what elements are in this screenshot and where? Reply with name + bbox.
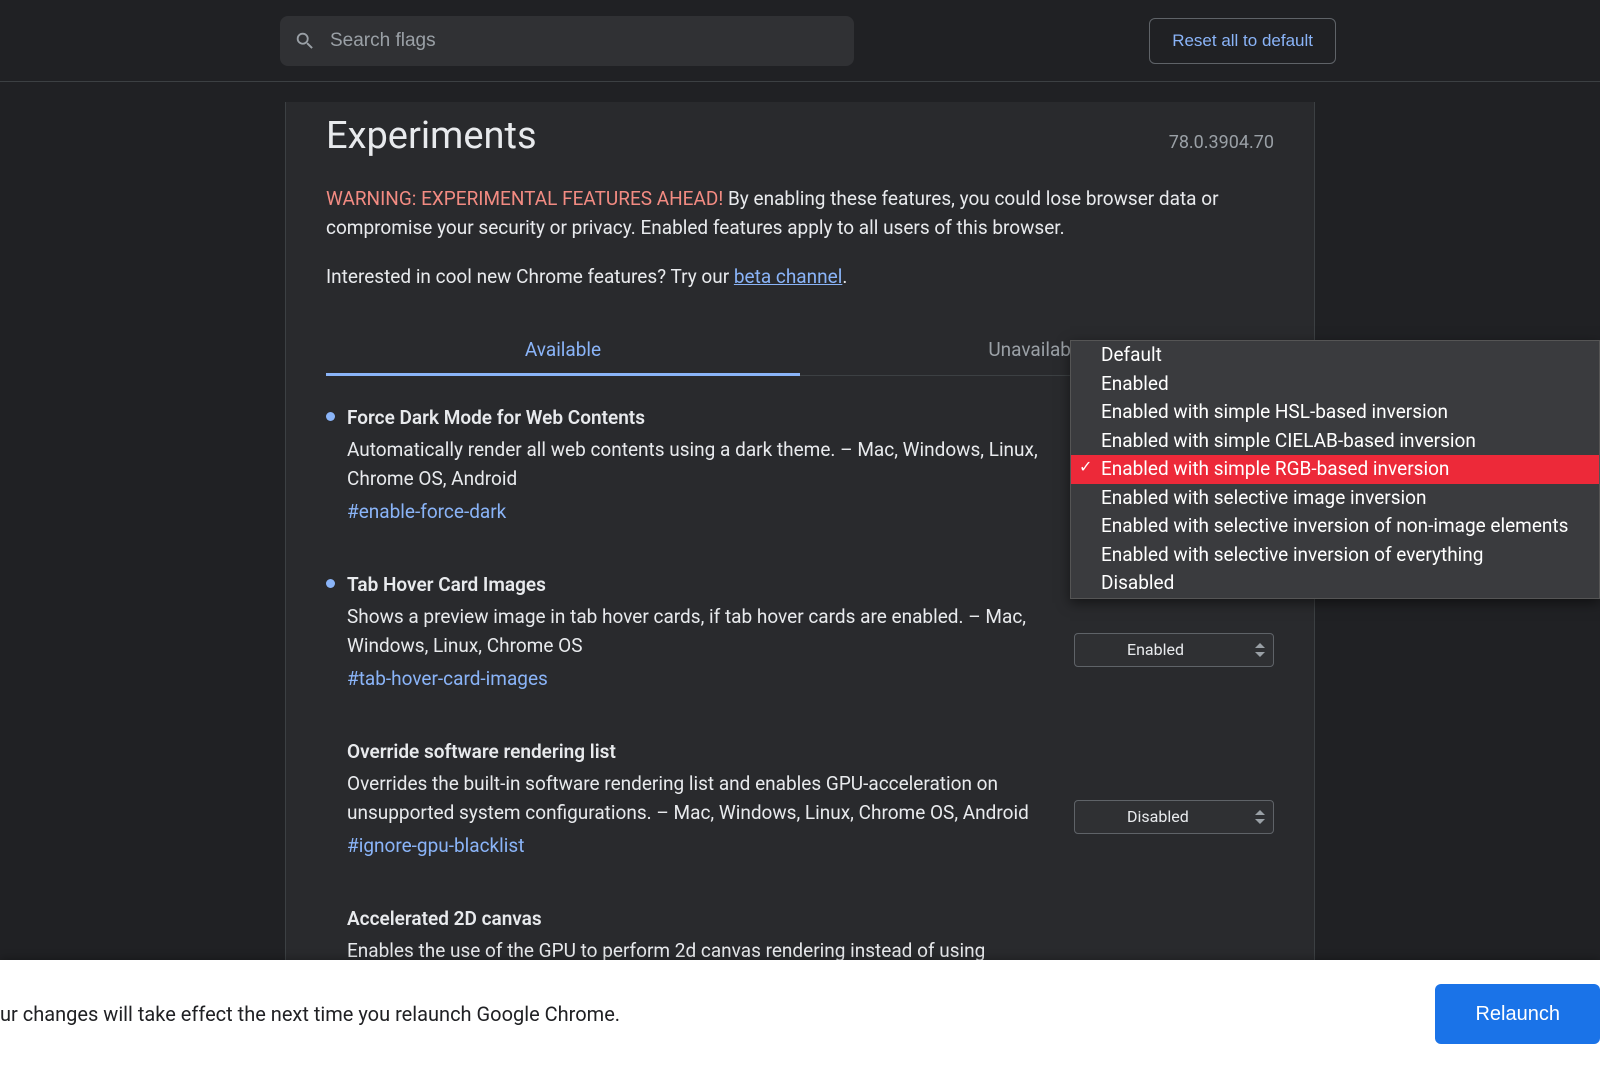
search-icon: [294, 30, 316, 52]
relaunch-bar: ur changes will take effect the next tim…: [0, 960, 1600, 1068]
flag-description: Overrides the built-in software renderin…: [347, 769, 1044, 828]
page-root: Reset all to default Experiments 78.0.39…: [0, 0, 1600, 1068]
dropdown-option[interactable]: Enabled with simple RGB-based inversion: [1071, 455, 1599, 484]
dropdown-option[interactable]: Enabled with simple CIELAB-based inversi…: [1071, 427, 1599, 456]
beta-line: Interested in cool new Chrome features? …: [326, 265, 1274, 288]
flag-description: Automatically render all web contents us…: [347, 435, 1044, 494]
flag-select-dropdown[interactable]: DefaultEnabledEnabled with simple HSL-ba…: [1070, 340, 1600, 599]
page-title: Experiments: [326, 114, 537, 158]
relaunch-message: ur changes will take effect the next tim…: [0, 1002, 1435, 1026]
beta-line-suffix: .: [842, 265, 847, 288]
flag-title: Force Dark Mode for Web Contents: [347, 406, 1044, 429]
flag-text: Override software rendering list Overrid…: [347, 740, 1074, 857]
reset-all-button[interactable]: Reset all to default: [1149, 18, 1336, 64]
modified-dot-icon: [326, 579, 335, 588]
warning-block: WARNING: EXPERIMENTAL FEATURES AHEAD! By…: [326, 184, 1274, 243]
modified-dot-icon: [326, 412, 335, 421]
flag-select[interactable]: Enabled: [1074, 633, 1274, 667]
flag-title: Accelerated 2D canvas: [347, 907, 1044, 930]
beta-channel-link[interactable]: beta channel: [734, 265, 842, 288]
dropdown-option[interactable]: Enabled with selective inversion of non-…: [1071, 512, 1599, 541]
relaunch-button[interactable]: Relaunch: [1435, 984, 1600, 1044]
flag-text: Tab Hover Card Images Shows a preview im…: [347, 573, 1074, 690]
dropdown-option[interactable]: Enabled with selective image inversion: [1071, 484, 1599, 513]
flag-hash-link[interactable]: #ignore-gpu-blacklist: [347, 834, 524, 857]
flag-title: Override software rendering list: [347, 740, 1044, 763]
dropdown-option[interactable]: Enabled: [1071, 370, 1599, 399]
dropdown-option[interactable]: Disabled: [1071, 569, 1599, 598]
flag-select-wrap: Enabled: [1074, 633, 1274, 667]
modified-dot-placeholder: [326, 913, 335, 922]
flag-hash-link[interactable]: #tab-hover-card-images: [347, 667, 548, 690]
panel-header: Experiments 78.0.3904.70: [326, 108, 1274, 158]
flag-select-value: Enabled: [1127, 640, 1184, 659]
flag-description: Shows a preview image in tab hover cards…: [347, 602, 1044, 661]
flag-select-value: Disabled: [1127, 807, 1189, 826]
dropdown-option[interactable]: Enabled with selective inversion of ever…: [1071, 541, 1599, 570]
dropdown-option[interactable]: Default: [1071, 341, 1599, 370]
beta-line-prefix: Interested in cool new Chrome features? …: [326, 265, 734, 288]
search-input[interactable]: [328, 29, 854, 53]
flag-select[interactable]: Disabled: [1074, 800, 1274, 834]
chevron-updown-icon: [1255, 643, 1265, 657]
flag-title: Tab Hover Card Images: [347, 573, 1044, 596]
flag-row: Override software rendering list Overrid…: [326, 710, 1274, 877]
topbar: Reset all to default: [0, 0, 1600, 82]
tab-available[interactable]: Available: [326, 320, 800, 375]
modified-dot-placeholder: [326, 746, 335, 755]
dropdown-option[interactable]: Enabled with simple HSL-based inversion: [1071, 398, 1599, 427]
version-label: 78.0.3904.70: [1169, 132, 1274, 153]
flag-text: Force Dark Mode for Web Contents Automat…: [347, 406, 1074, 523]
flag-select-wrap: Disabled: [1074, 800, 1274, 834]
warning-prefix: WARNING: EXPERIMENTAL FEATURES AHEAD!: [326, 187, 723, 210]
chevron-updown-icon: [1255, 810, 1265, 824]
search-wrap[interactable]: [280, 16, 854, 66]
flag-hash-link[interactable]: #enable-force-dark: [347, 500, 506, 523]
